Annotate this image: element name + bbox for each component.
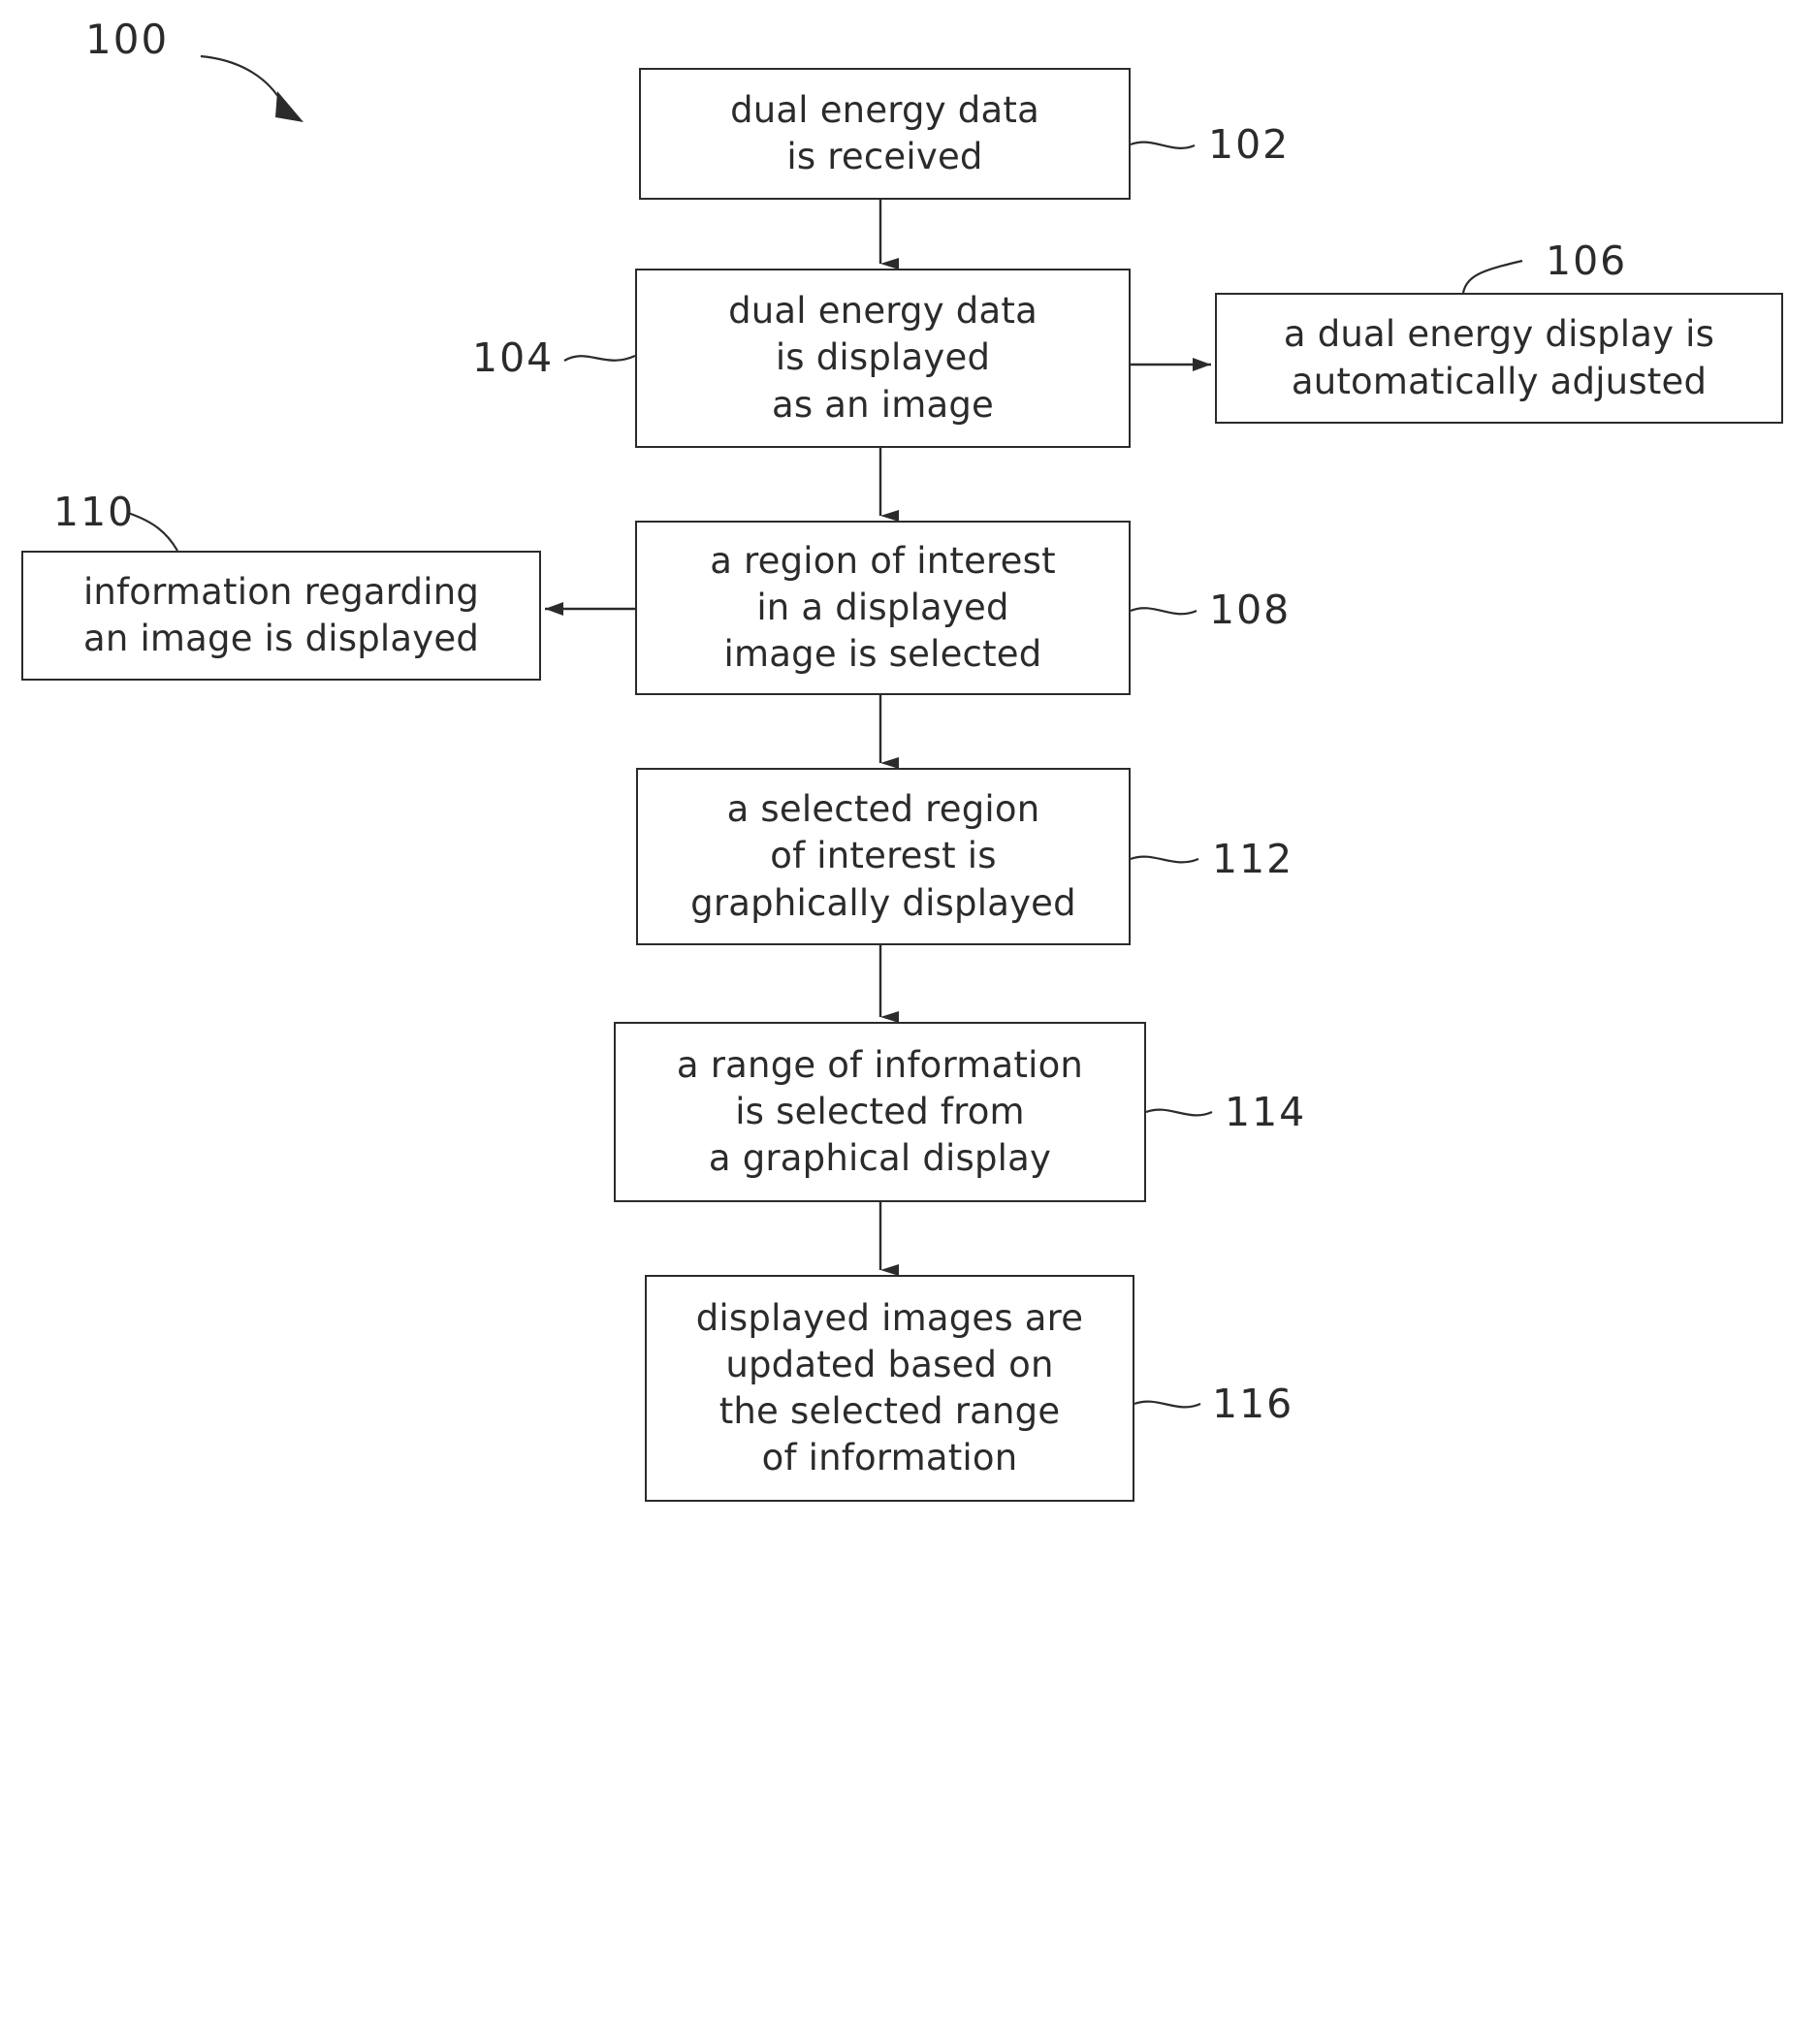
process-box-108-line-3: image is selected — [723, 633, 1042, 676]
leader-line-116 — [1134, 1400, 1201, 1409]
process-box-108-line-1: a region of interest — [710, 539, 1056, 582]
process-box-104-line-3: as an image — [771, 383, 995, 426]
reference-numeral-108: 108 — [1209, 587, 1292, 633]
process-box-112-line-1: a selected region — [726, 788, 1040, 831]
process-box-104-line-2: is displayed — [775, 336, 991, 379]
process-box-102-line-2: is received — [786, 136, 983, 177]
process-box-112: a selected region of interest is graphic… — [636, 768, 1131, 945]
process-box-110-line-1: information regarding — [82, 570, 480, 613]
leader-line-104 — [563, 354, 636, 362]
reference-numeral-116: 116 — [1212, 1381, 1294, 1427]
leader-line-108 — [1130, 607, 1197, 616]
leader-line-110 — [127, 511, 178, 552]
process-box-116-line-1: displayed images are — [695, 1296, 1084, 1339]
reference-numeral-104: 104 — [472, 334, 555, 381]
process-box-116: displayed images are updated based on th… — [645, 1275, 1134, 1502]
process-box-108-line-2: in a displayed — [756, 586, 1009, 628]
process-box-102: dual energy data is received — [639, 68, 1131, 200]
leader-line-112 — [1130, 855, 1199, 864]
process-box-116-line-4: of information — [761, 1437, 1018, 1479]
process-box-108: a region of interest in a displayed imag… — [635, 521, 1131, 695]
leader-line-102 — [1130, 141, 1196, 149]
process-box-110: information regarding an image is displa… — [21, 551, 541, 681]
process-box-114-line-1: a range of information — [676, 1043, 1084, 1086]
leader-line-114 — [1145, 1108, 1213, 1117]
reference-numeral-110: 110 — [53, 489, 136, 535]
process-box-106-line-2: automatically adjusted — [1291, 360, 1708, 402]
process-box-114-line-3: a graphical display — [708, 1137, 1052, 1180]
process-box-116-line-3: the selected range — [718, 1390, 1061, 1432]
process-box-112-line-2: of interest is — [770, 835, 997, 877]
process-box-104: dual energy data is displayed as an imag… — [635, 269, 1131, 448]
patent-figure: 100 dual energy data is received dual en… — [0, 0, 1820, 2034]
process-box-104-line-1: dual energy data — [728, 290, 1038, 333]
process-box-102-line-1: dual energy data — [730, 88, 1039, 131]
reference-numeral-106: 106 — [1546, 238, 1628, 284]
process-box-116-line-2: updated based on — [725, 1343, 1054, 1385]
reference-numeral-102: 102 — [1208, 121, 1291, 168]
figure-leader-arrow — [200, 54, 303, 122]
process-box-106: a dual energy display is automatically a… — [1215, 293, 1783, 424]
process-box-114: a range of information is selected from … — [614, 1022, 1146, 1202]
figure-number-100: 100 — [85, 16, 170, 63]
process-box-112-line-3: graphically displayed — [690, 881, 1076, 924]
reference-numeral-114: 114 — [1225, 1089, 1307, 1135]
reference-numeral-112: 112 — [1212, 836, 1294, 882]
process-box-114-line-2: is selected from — [735, 1090, 1025, 1132]
process-box-106-line-1: a dual energy display is — [1283, 313, 1715, 356]
process-box-110-line-2: an image is displayed — [82, 618, 480, 659]
leader-line-106 — [1461, 259, 1523, 294]
